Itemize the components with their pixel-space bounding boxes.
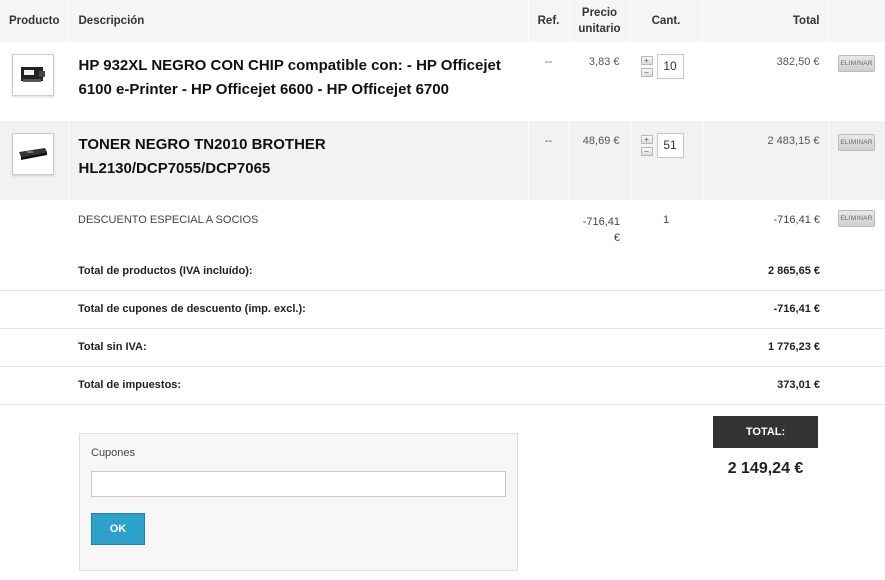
total-products-label: Total de productos (IVA incluído):: [68, 252, 702, 291]
discount-unit-price-value: -716,41: [582, 216, 620, 228]
product-total: 382,50 €: [702, 42, 829, 121]
discount-row: DESCUENTO ESPECIAL A SOCIOS -716,41 € 1 -…: [0, 200, 885, 252]
coupon-ok-button[interactable]: OK: [91, 513, 145, 545]
qty-decrease-button[interactable]: −: [640, 68, 653, 77]
quantity-input[interactable]: 10: [656, 54, 684, 79]
header-unit-price-line2: unitario: [578, 23, 621, 35]
product-image-cell: [0, 121, 69, 200]
qty-increase-button[interactable]: +: [640, 135, 653, 144]
header-total: Total: [702, 0, 829, 42]
cart-item-row: HP 932XL NEGRO CON CHIP compatible con: …: [0, 42, 885, 121]
discount-total: -716,41 €: [773, 214, 820, 226]
total-without-tax-value: 1 776,23 €: [702, 328, 828, 367]
discount-qty: 1: [662, 214, 670, 226]
total-taxes-label: Total de impuestos:: [68, 366, 702, 405]
header-product: Producto: [0, 0, 69, 42]
header-actions: [828, 0, 885, 42]
header-description: Descripción: [68, 0, 529, 42]
discount-unit-price: -716,41 €: [569, 200, 630, 252]
quantity-control: + − 51: [640, 133, 702, 158]
product-ref: --: [528, 42, 570, 121]
quantity-control: + − 10: [640, 54, 702, 79]
discount-unit-price-currency: €: [613, 232, 620, 244]
product-unit-price: 48,69 €: [569, 121, 631, 200]
toner-cartridge-icon: [17, 143, 49, 166]
total-products-value: 2 865,65 €: [702, 252, 828, 291]
header-unit-price-line1: Precio: [581, 7, 618, 19]
product-total: 2 483,15 €: [702, 121, 829, 200]
ink-cartridge-icon: [18, 62, 48, 89]
product-thumbnail[interactable]: [12, 54, 54, 96]
total-without-tax-label: Total sin IVA:: [68, 328, 702, 367]
cart-header-row: Producto Descripción Ref. Precio unitario…: [0, 0, 885, 42]
total-coupons-label: Total de cupones de descuento (imp. excl…: [68, 290, 702, 329]
qty-increase-button[interactable]: +: [640, 56, 653, 65]
total-taxes-value: 373,01 €: [702, 366, 828, 405]
product-name[interactable]: HP 932XL NEGRO CON CHIP compatible con: …: [69, 42, 528, 102]
cart-item-row: TONER NEGRO TN2010 BROTHER HL2130/DCP705…: [0, 121, 885, 200]
product-name[interactable]: TONER NEGRO TN2010 BROTHER HL2130/DCP705…: [69, 121, 528, 181]
delete-button[interactable]: ELIMINAR: [838, 55, 875, 72]
product-unit-price: 3,83 €: [569, 42, 631, 121]
cart-table: Producto Descripción Ref. Precio unitario…: [0, 0, 885, 405]
delete-button[interactable]: ELIMINAR: [838, 134, 875, 151]
grand-total-value: 2 149,24 €: [727, 460, 804, 477]
discount-name: DESCUENTO ESPECIAL A SOCIOS: [78, 214, 259, 226]
product-image-cell: [0, 42, 69, 121]
header-qty: Cant.: [630, 0, 703, 42]
quantity-input[interactable]: 51: [656, 133, 684, 158]
header-unit-price: Precio unitario: [569, 0, 631, 42]
totals-row: Total de cupones de descuento (imp. excl…: [0, 290, 885, 329]
coupon-input[interactable]: [91, 471, 506, 497]
totals-row: Total de impuestos: 373,01 €: [0, 366, 885, 405]
total-coupons-value: -716,41 €: [702, 290, 828, 329]
totals-row: Total de productos (IVA incluído): 2 865…: [0, 252, 885, 291]
totals-row: Total sin IVA: 1 776,23 €: [0, 328, 885, 367]
product-ref: --: [528, 121, 570, 200]
grand-total-label: TOTAL:: [713, 416, 818, 448]
header-ref: Ref.: [528, 0, 570, 42]
qty-decrease-button[interactable]: −: [640, 147, 653, 156]
coupons-panel: Cupones OK: [79, 433, 518, 571]
coupons-label: Cupones: [91, 447, 136, 459]
delete-discount-button[interactable]: ELIMINAR: [838, 210, 875, 227]
product-thumbnail[interactable]: [12, 133, 54, 175]
